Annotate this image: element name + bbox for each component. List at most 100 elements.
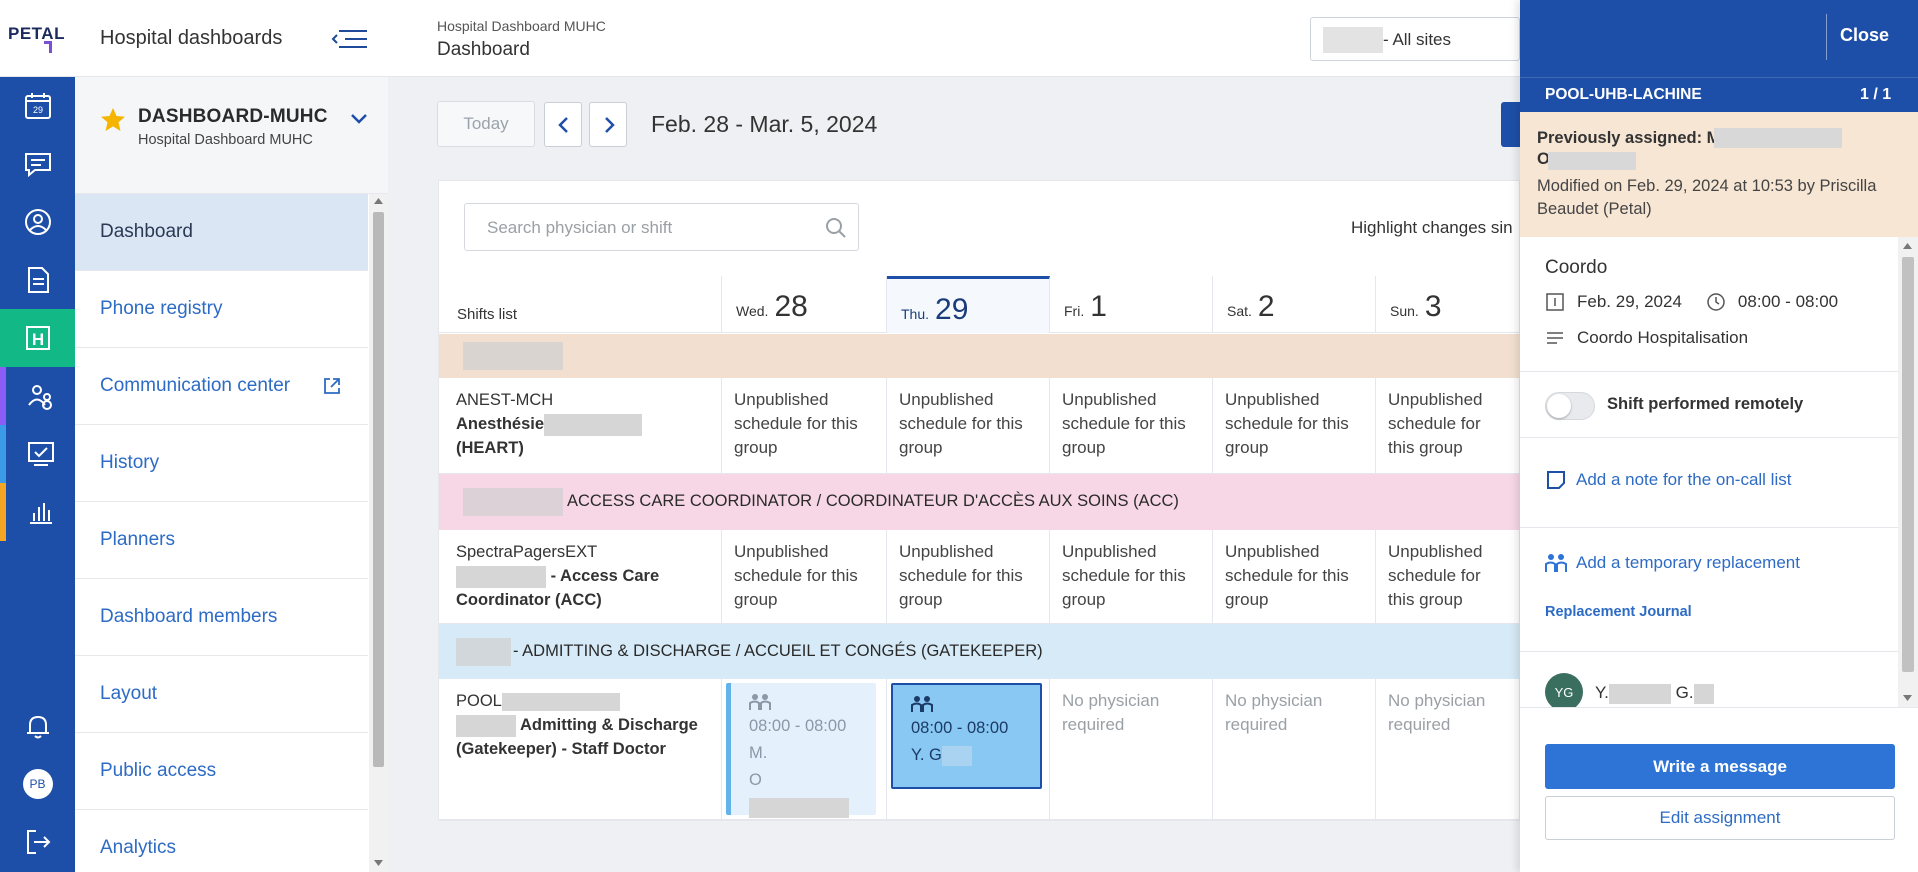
schedule-cell[interactable]: Unpublished schedule for this group: [722, 530, 887, 624]
panel-body: Coordo Feb. 29, 2024 08:00 - 08:00 Coord…: [1520, 237, 1898, 707]
schedule-cell[interactable]: Unpublished schedule for this group: [887, 378, 1050, 474]
schedule-cell[interactable]: Unpublished schedule for this group: [1213, 530, 1376, 624]
unpublished-text: Unpublished schedule for this group: [899, 390, 1023, 457]
today-button[interactable]: Today: [437, 101, 535, 147]
rail-documents[interactable]: [0, 251, 75, 309]
highlight-changes-label: Highlight changes sin: [1351, 218, 1513, 237]
sidebar-item-planners[interactable]: Planners: [75, 502, 368, 579]
rail-calendar[interactable]: 29: [0, 77, 75, 135]
assignee-avatar: YG: [1545, 673, 1583, 707]
schedule-cell[interactable]: Unpublished schedule for this group: [1050, 378, 1213, 474]
assignment-name-line2: O: [749, 767, 858, 821]
search-input[interactable]: Search physician or shift: [464, 203, 859, 251]
group-code: SpectraPagersEXT: [456, 543, 598, 561]
group-info-cell[interactable]: ANEST-MCH Anesthésie (HEART): [439, 378, 722, 474]
group-info-cell[interactable]: POOL Admitting & Discharge (Gatekeeper) …: [439, 679, 722, 821]
sidebar-item-phone-registry[interactable]: Phone registry: [75, 271, 368, 348]
schedule-cell[interactable]: Unpublished schedule for this group: [1213, 378, 1376, 474]
collapse-menu-button[interactable]: [331, 26, 371, 52]
rail-team[interactable]: [0, 367, 75, 425]
search-placeholder: Search physician or shift: [487, 218, 673, 237]
close-button[interactable]: Close: [1840, 25, 1889, 46]
unpublished-text: Unpublished schedule for this group: [734, 542, 858, 609]
rail-hospital[interactable]: H: [0, 309, 75, 367]
day-number: 1: [1090, 290, 1107, 323]
sidebar-item-communication-center[interactable]: Communication center: [75, 348, 368, 425]
previous-week-button[interactable]: [544, 102, 582, 147]
schedule-header: Shifts list Wed. 28 Thu. 29 Fri. 1 Sat. 2 Su…: [439, 276, 1521, 333]
calendar-icon: 29: [24, 93, 51, 119]
sidebar-item-analytics[interactable]: Analytics: [75, 810, 368, 872]
schedule-cell[interactable]: No physician required: [1050, 679, 1213, 821]
panel-scrollbar[interactable]: [1898, 237, 1918, 707]
sidebar-item-dashboard-members[interactable]: Dashboard members: [75, 579, 368, 656]
schedule-cell[interactable]: Unpublished schedule for this group: [1376, 530, 1521, 624]
sidebar-item-dashboard[interactable]: Dashboard: [75, 194, 368, 271]
chevron-down-icon[interactable]: [348, 108, 370, 130]
external-link-icon: [324, 378, 340, 394]
scrollbar-thumb[interactable]: [373, 212, 384, 767]
group-info-cell[interactable]: SpectraPagersEXT - Access Care Coordinat…: [439, 530, 722, 624]
next-week-button[interactable]: [589, 102, 627, 147]
day-of-week: Wed.: [736, 303, 769, 319]
divider: [1520, 371, 1898, 372]
sidebar-scrollbar[interactable]: [369, 194, 388, 872]
edit-assignment-button[interactable]: Edit assignment: [1545, 796, 1895, 840]
schedule-cell[interactable]: No physician required: [1376, 679, 1521, 821]
unpublished-text: Unpublished schedule for this group: [1388, 390, 1483, 457]
shifts-list-header: Shifts list: [439, 276, 722, 333]
table-row: ANEST-MCH Anesthésie (HEART) Unpublished …: [439, 378, 1521, 474]
view-toggle-button[interactable]: [1501, 102, 1521, 147]
menu-line-icon: [345, 38, 367, 40]
unpublished-text: Unpublished schedule for this group: [899, 542, 1023, 609]
assignment-card-selected[interactable]: 08:00 - 08:00 Y. G: [891, 683, 1042, 789]
avatar: PB: [22, 769, 53, 799]
logout-icon: [26, 830, 50, 854]
rail-analytics[interactable]: [0, 483, 75, 541]
day-number: 2: [1257, 290, 1275, 323]
sidebar-nav: Dashboard Phone registry Communication c…: [75, 194, 368, 872]
scrollbar-thumb[interactable]: [1902, 257, 1914, 672]
assignee-name-start: Y.: [1595, 683, 1609, 702]
schedule-cell: 08:00 - 08:00 Y. G: [887, 679, 1050, 821]
schedule-cell[interactable]: Unpublished schedule for this group: [722, 378, 887, 474]
bar-chart-icon: [29, 503, 52, 524]
add-note-link[interactable]: Add a note for the on-call list: [1545, 469, 1791, 491]
rail-messages[interactable]: [0, 135, 75, 193]
replacement-journal-link[interactable]: Replacement Journal: [1545, 604, 1692, 620]
dashboard-selector[interactable]: DASHBOARD-MUHC Hospital Dashboard MUHC: [75, 77, 388, 194]
schedule-cell[interactable]: Unpublished schedule for this group: [1050, 530, 1213, 624]
sidebar-item-history[interactable]: History: [75, 425, 368, 502]
redacted-group-name: [463, 342, 563, 370]
pool-count: 1 / 1: [1860, 86, 1892, 103]
add-note-label: Add a note for the on-call list: [1576, 470, 1792, 489]
date-range: Feb. 28 - Mar. 5, 2024: [651, 111, 878, 137]
schedule-cell[interactable]: No physician required: [1213, 679, 1376, 821]
calendar-day-label: 29: [32, 105, 42, 115]
dashboard-subtitle: Hospital Dashboard MUHC: [138, 132, 313, 148]
group-name-suffix: (HEART): [456, 439, 524, 457]
rail-notifications[interactable]: [0, 697, 75, 755]
rail-monitor[interactable]: [0, 425, 75, 483]
day-column-header: Sun. 3: [1376, 276, 1521, 333]
schedule-cell[interactable]: Unpublished schedule for this group: [1376, 378, 1521, 474]
panel-header: Close: [1520, 0, 1918, 77]
rail-user-avatar[interactable]: PB: [0, 755, 75, 813]
remote-toggle[interactable]: [1545, 392, 1595, 420]
sidebar-item-layout[interactable]: Layout: [75, 656, 368, 733]
shift-desc-row: Coordo Hospitalisation: [1545, 328, 1748, 348]
chevron-left-icon: [331, 34, 338, 44]
note-icon: [1547, 471, 1565, 489]
site-select[interactable]: - All sites: [1310, 17, 1520, 61]
rail-logout[interactable]: [0, 813, 75, 871]
day-column-header-today: Thu. 29: [887, 276, 1050, 333]
assignment-time: 08:00 - 08:00: [749, 717, 847, 735]
write-message-button[interactable]: Write a message: [1545, 744, 1895, 789]
sidebar-item-label: Phone registry: [100, 298, 223, 319]
sidebar-item-public-access[interactable]: Public access: [75, 733, 368, 810]
add-replacement-link[interactable]: Add a temporary replacement: [1545, 552, 1800, 574]
scroll-up-icon: [1903, 243, 1912, 249]
schedule-cell[interactable]: Unpublished schedule for this group: [887, 530, 1050, 624]
assignment-card[interactable]: 08:00 - 08:00 M. O: [726, 683, 876, 818]
rail-profile[interactable]: [0, 193, 75, 251]
